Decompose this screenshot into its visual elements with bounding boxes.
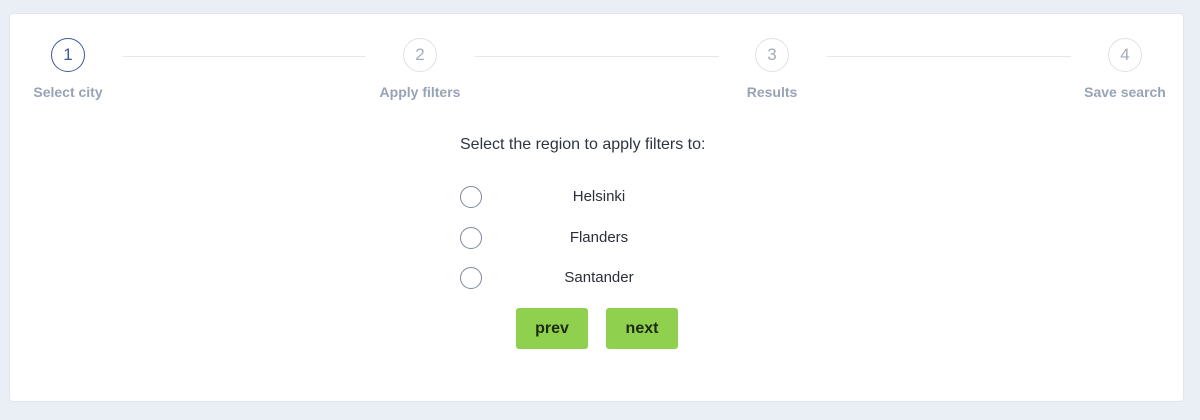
step-connector bbox=[475, 56, 719, 57]
step-number-circle: 2 bbox=[403, 38, 437, 72]
wizard-card: 1 Select city 2 Apply filters 3 Results … bbox=[9, 13, 1184, 402]
step-connector bbox=[123, 56, 366, 57]
step-number-circle: 3 bbox=[755, 38, 789, 72]
region-option-helsinki[interactable]: Helsinki bbox=[460, 186, 760, 210]
step-apply-filters[interactable]: 2 Apply filters bbox=[350, 38, 490, 100]
region-option-label: Helsinki bbox=[572, 188, 626, 205]
region-option-flanders[interactable]: Flanders bbox=[460, 227, 760, 251]
region-option-santander[interactable]: Santander bbox=[460, 267, 760, 291]
radio-button[interactable] bbox=[460, 186, 482, 208]
next-button[interactable]: next bbox=[606, 308, 678, 349]
radio-button[interactable] bbox=[460, 267, 482, 289]
step-save-search[interactable]: 4 Save search bbox=[1055, 38, 1195, 100]
step-label: Apply filters bbox=[379, 84, 461, 100]
step-label: Select city bbox=[33, 84, 103, 100]
step-results[interactable]: 3 Results bbox=[702, 38, 842, 100]
step-select-city[interactable]: 1 Select city bbox=[0, 38, 138, 100]
region-option-label: Flanders bbox=[569, 229, 629, 246]
step-number-circle: 4 bbox=[1108, 38, 1142, 72]
step-connector bbox=[827, 56, 1071, 57]
prev-button[interactable]: prev bbox=[516, 308, 588, 349]
step-label: Save search bbox=[1084, 84, 1166, 100]
step-number-circle: 1 bbox=[51, 38, 85, 72]
region-form: Select the region to apply filters to: H… bbox=[460, 136, 760, 289]
stepper: 1 Select city 2 Apply filters 3 Results … bbox=[10, 14, 1183, 124]
region-option-label: Santander bbox=[564, 269, 634, 286]
radio-button[interactable] bbox=[460, 227, 482, 249]
step-label: Results bbox=[746, 84, 798, 100]
region-prompt: Select the region to apply filters to: bbox=[460, 136, 706, 153]
